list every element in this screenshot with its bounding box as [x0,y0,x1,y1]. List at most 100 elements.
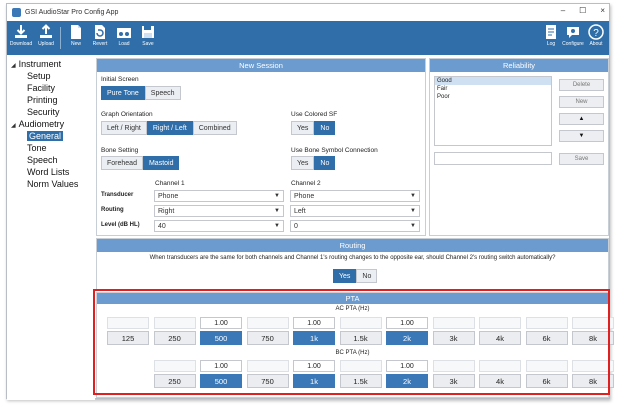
left-right-option[interactable]: Left / Right [101,121,147,135]
nav-item-norm-values[interactable]: Norm Values [27,179,78,189]
chevron-down-icon: ▼ [274,193,280,199]
close-button[interactable]: × [600,6,605,15]
svg-text:?: ? [593,28,599,39]
nav-item-speech[interactable]: Speech [27,155,58,165]
save-reliability-button[interactable]: Save [559,153,604,165]
download-icon [15,25,27,38]
channel2-transducer-select[interactable]: Phone ▼ [290,190,420,202]
bone-symbol-yes-option[interactable]: Yes [291,156,315,170]
transducer-label: Transducer [101,192,134,198]
mastoid-option[interactable]: Mastoid [142,156,180,170]
list-item[interactable]: Poor [435,93,551,101]
nav-item-security[interactable]: Security [27,107,60,117]
right-left-option[interactable]: Right / Left [146,121,193,135]
log-button[interactable]: Log [539,23,563,53]
list-item[interactable]: Fair [435,85,551,93]
nav-item-facility[interactable]: Facility [27,83,55,93]
bone-symbol-no-option[interactable]: No [314,156,336,170]
save-button[interactable]: Save [136,23,160,53]
move-down-button[interactable]: ▼ [559,130,604,142]
expand-triangle-icon: ◢ [11,123,16,129]
initial-screen-label: Initial Screen [101,76,139,83]
upload-button[interactable]: Upload [34,23,58,53]
log-icon [546,25,556,39]
about-label: About [589,41,603,47]
reliability-header: Reliability [430,59,608,72]
use-colored-sf-label: Use Colored SF [291,111,338,118]
channel1-routing-select[interactable]: Right ▼ [154,205,284,217]
new-session-header: New Session [97,59,425,72]
nav-item-printing[interactable]: Printing [27,95,58,105]
load-label: Load [118,41,130,47]
routing-toggle: Yes No [333,269,378,283]
channel2-header: Channel 2 [291,180,321,187]
window-title: GSI AudioStar Pro Config App [25,9,119,16]
toolbar: Download Upload New Revert Load Save Log [7,21,609,55]
forehead-option[interactable]: Forehead [101,156,143,170]
speech-option[interactable]: Speech [144,86,181,100]
chevron-down-icon: ▼ [274,223,280,229]
channel1-level-select[interactable]: 40 ▼ [154,220,284,232]
upload-label: Upload [38,41,54,47]
new-file-icon [71,25,81,39]
new-reliability-button[interactable]: New [559,96,604,108]
combined-option[interactable]: Combined [192,121,237,135]
about-button[interactable]: ? About [584,23,608,53]
bone-setting-label: Bone Setting [101,147,139,154]
configure-label: Configure [562,41,584,47]
download-button[interactable]: Download [9,23,33,53]
bone-symbol-label: Use Bone Symbol Connection [291,147,378,154]
routing-yes-option[interactable]: Yes [333,269,357,283]
chevron-down-icon: ▼ [410,193,416,199]
side-nav: ◢ Instrument Setup Facility Printing Secu… [7,55,95,400]
revert-button[interactable]: Revert [88,23,112,53]
revert-label: Revert [92,41,108,47]
minimize-button[interactable]: – [561,6,565,15]
nav-group-instrument[interactable]: ◢ Instrument [11,59,61,69]
nav-group-audiometry[interactable]: ◢ Audiometry [11,119,64,129]
channel1-transducer-select[interactable]: Phone ▼ [154,190,284,202]
reliability-name-input[interactable] [434,152,552,165]
load-button[interactable]: Load [112,23,136,53]
routing-no-option[interactable]: No [356,269,378,283]
nav-item-setup[interactable]: Setup [27,71,51,81]
help-icon: ? [588,24,604,40]
download-label: Download [9,41,33,47]
expand-triangle-icon: ◢ [11,63,16,69]
reliability-panel: Reliability Good Fair Poor Delete New ▲ … [429,58,609,236]
title-bar: GSI AudioStar Pro Config App – ☐ × [7,4,609,21]
list-item[interactable]: Good [435,77,551,85]
chevron-down-icon: ▼ [274,208,280,214]
colored-sf-no-option[interactable]: No [314,121,336,135]
configure-button[interactable]: Configure [561,23,585,53]
delete-button[interactable]: Delete [559,79,604,91]
chevron-down-icon: ▼ [410,223,416,229]
save-icon [142,26,154,38]
maximize-button[interactable]: ☐ [579,6,586,15]
pta-highlight-frame [93,289,610,395]
channel2-level-select[interactable]: 0 ▼ [290,220,420,232]
log-label: Log [546,41,556,47]
upload-icon [40,24,52,38]
use-colored-sf-toggle: Yes No [291,121,336,135]
reliability-list[interactable]: Good Fair Poor [434,76,552,146]
new-label: New [70,41,81,47]
channel1-header: Channel 1 [155,180,185,187]
nav-item-word-lists[interactable]: Word Lists [27,167,69,177]
bone-symbol-toggle: Yes No [291,156,336,170]
load-icon [117,28,131,38]
bone-setting-toggle: Forehead Mastoid [101,156,180,170]
colored-sf-yes-option[interactable]: Yes [291,121,315,135]
chevron-down-icon: ▼ [410,208,416,214]
save-label: Save [142,41,154,47]
pure-tone-option[interactable]: Pure Tone [101,86,145,100]
nav-item-tone[interactable]: Tone [27,143,47,153]
move-up-button[interactable]: ▲ [559,113,604,125]
new-button[interactable]: New [64,23,88,53]
routing-panel: Routing When transducers are the same fo… [96,238,609,290]
nav-item-general[interactable]: General [27,131,64,141]
channel2-routing-select[interactable]: Left ▼ [290,205,420,217]
app-icon [12,8,21,17]
graph-orientation-label: Graph Orientation [101,111,153,118]
initial-screen-toggle: Pure Tone Speech [101,86,181,100]
